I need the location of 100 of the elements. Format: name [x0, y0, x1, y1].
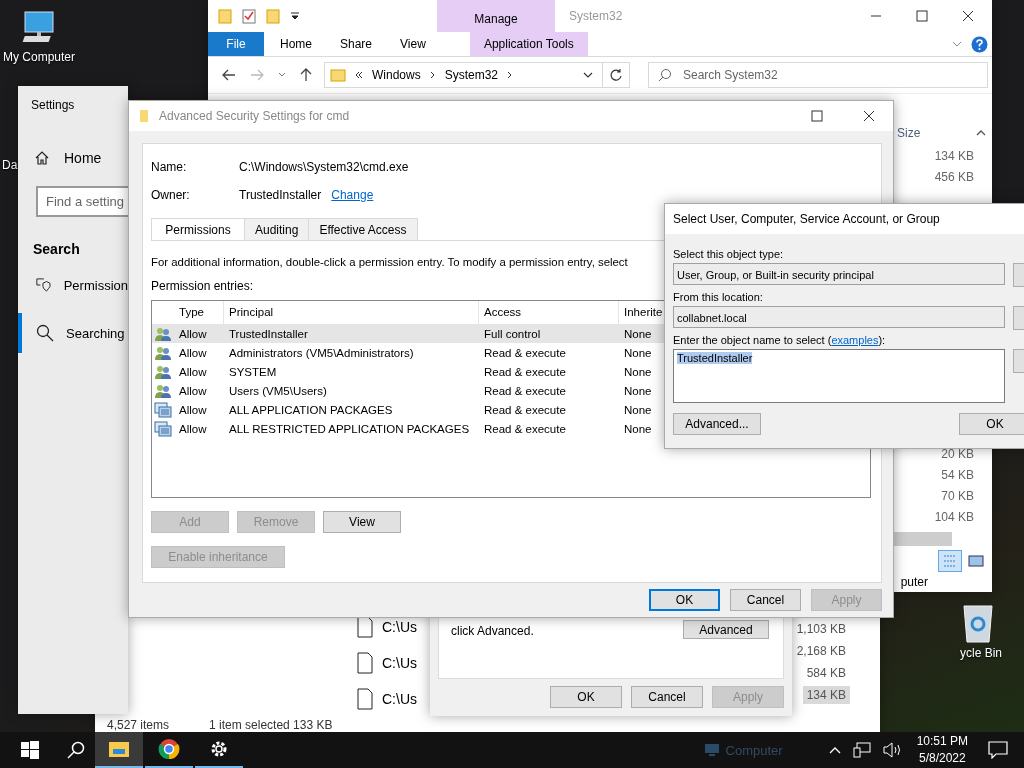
nav-item[interactable]: Home [64, 150, 102, 166]
tab[interactable]: Effective Access [308, 218, 418, 240]
clock-time[interactable]: 10:51 PM [916, 733, 968, 750]
file-path[interactable]: C:\Us [382, 691, 417, 707]
taskbar-label: Computer [725, 742, 783, 758]
folder-icon [139, 109, 149, 123]
desktop-icon-label[interactable]: Da [2, 158, 18, 172]
file-tab[interactable]: File [208, 32, 264, 56]
field-label: From this location: [673, 291, 764, 303]
shield-icon [36, 277, 52, 293]
package-icon [154, 401, 172, 418]
tab[interactable]: Auditing [244, 218, 310, 240]
breadcrumb[interactable]: System32 [444, 68, 499, 82]
checklist-icon[interactable] [242, 8, 256, 24]
overflow-chevron-icon[interactable] [355, 71, 363, 79]
users-icon [154, 382, 172, 399]
maximize-icon[interactable] [811, 110, 823, 122]
chevron-icon[interactable] [429, 71, 436, 79]
close-icon[interactable] [962, 10, 974, 22]
up-arrow-icon[interactable] [300, 68, 312, 82]
gear-icon [209, 739, 229, 759]
field-label: Owner: [151, 188, 191, 202]
ribbon-tab[interactable]: Share [326, 32, 387, 56]
image-view-icon[interactable] [968, 554, 984, 568]
advanced-button[interactable]: Advanced [683, 620, 769, 639]
ribbon-tab[interactable]: Home [266, 32, 326, 56]
file-icon [357, 652, 373, 674]
users-icon [154, 325, 172, 342]
monitor-icon [703, 743, 720, 757]
dialog-button[interactable]: Cancel [631, 686, 703, 708]
instructions-text: For additional information, double-click a permission entry. To modify a permission entry, select [151, 256, 629, 268]
change-link[interactable]: Change [331, 188, 374, 202]
back-arrow-icon[interactable] [222, 69, 236, 81]
dropdown-icon[interactable] [583, 72, 593, 78]
home-icon [34, 150, 50, 166]
object-name-field[interactable]: TrustedInstaller [673, 349, 1006, 403]
file-size: 54 KB [940, 467, 975, 484]
notifications-icon[interactable] [988, 741, 1008, 759]
column-header[interactable]: Size [897, 126, 921, 140]
file-size: 2,168 KB [795, 643, 847, 660]
contextual-group-label: Manage [437, 0, 555, 32]
file-size: 20 KB [940, 446, 975, 463]
search-icon [658, 68, 672, 82]
object-type-field: User, Group, or Built-in security principal [673, 263, 1006, 285]
status-text: puter [900, 575, 928, 589]
file-size: 584 KB [805, 665, 847, 682]
file-size: 104 KB [933, 509, 975, 526]
entry-button[interactable]: View [323, 511, 401, 533]
breadcrumb[interactable]: Windows [372, 68, 421, 82]
help-icon[interactable] [971, 35, 988, 53]
window-title: System32 [569, 9, 623, 23]
maximize-icon[interactable] [916, 10, 928, 22]
network-icon[interactable] [852, 742, 871, 758]
ok-button[interactable]: OK [959, 413, 1024, 435]
clock-date[interactable]: 5/8/2022 [918, 750, 966, 767]
close-icon[interactable] [863, 110, 875, 122]
chevron-up-icon[interactable] [828, 746, 841, 754]
file-size: 456 KB [933, 169, 975, 186]
file-size: 134 KB [933, 148, 975, 165]
users-icon [154, 344, 172, 361]
chevron-icon[interactable] [507, 71, 514, 79]
dropdown-icon[interactable] [290, 11, 300, 21]
scrollbar[interactable] [893, 532, 952, 546]
ribbon-tab[interactable]: View [386, 32, 440, 56]
list-label: Permission entries: [151, 279, 255, 293]
taskbar-app[interactable] [95, 732, 143, 768]
speaker-icon[interactable] [882, 742, 903, 758]
tab[interactable]: Permissions [151, 218, 245, 240]
field-label: Name: [151, 160, 188, 174]
field-label: Select this object type: [673, 248, 785, 260]
search-icon [36, 324, 54, 342]
file-path[interactable]: C:\Us [382, 655, 417, 671]
advanced-button[interactable]: Advanced... [673, 413, 761, 435]
scroll-up-icon[interactable] [976, 129, 986, 137]
item-count: 4,527 items [107, 718, 170, 732]
address-bar[interactable]: Windows System32 [324, 62, 630, 88]
nav-item[interactable]: Permission [18, 265, 128, 305]
location-field: collabnet.local [673, 306, 1006, 328]
file-icon [357, 688, 373, 710]
owner-name: TrustedInstaller [239, 188, 322, 202]
window-title: Select User, Computer, Service Account, or Group [673, 212, 940, 226]
file-path[interactable]: C:\Us [382, 619, 417, 635]
file-size: 1,103 KB [795, 621, 847, 638]
desktop-icon-label[interactable]: ycle Bin [960, 646, 1003, 660]
dialog-button[interactable]: Cancel [730, 589, 801, 611]
section-heading: Search [32, 240, 81, 257]
folder-icon [108, 740, 130, 758]
search-field[interactable]: Find a setting [36, 186, 128, 217]
file-size: 134 KB [802, 686, 850, 704]
file-icon [357, 616, 373, 638]
window-title: Settings [30, 97, 76, 112]
browser-icon [158, 738, 180, 760]
folder-icon [330, 68, 346, 82]
desktop-icon-label[interactable]: My Computer [3, 50, 75, 64]
package-icon [154, 420, 172, 437]
users-icon [154, 363, 172, 380]
dialog-button[interactable]: OK [550, 686, 622, 708]
window-title: Advanced Security Settings for cmd [159, 109, 350, 123]
dialog-button[interactable]: OK [649, 589, 720, 611]
file-path: C:\Windows\System32\cmd.exe [239, 160, 410, 174]
